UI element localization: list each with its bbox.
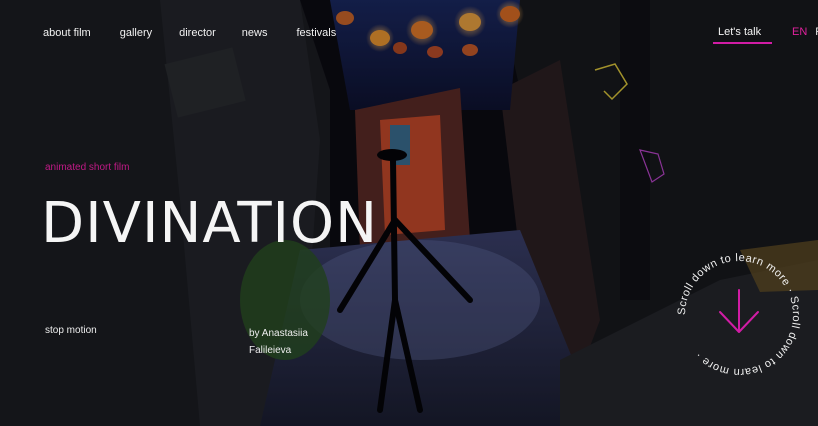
- lang-en[interactable]: EN: [792, 26, 807, 38]
- hero-kicker: animated short film: [45, 162, 130, 173]
- language-switcher: ENR: [792, 26, 818, 38]
- lets-talk-underline: [713, 42, 772, 44]
- author-label: by Anastasiia Falileieva: [249, 328, 308, 356]
- nav-director[interactable]: director: [179, 27, 216, 39]
- lets-talk-button[interactable]: Let's talk: [718, 26, 761, 38]
- nav-news[interactable]: news: [242, 27, 268, 39]
- arrow-down-icon: [719, 289, 759, 333]
- technique-label: stop motion: [45, 325, 97, 336]
- main-nav: about film gallery director news festiva…: [43, 26, 336, 40]
- nav-gallery[interactable]: gallery: [120, 27, 152, 39]
- scroll-down-button[interactable]: Scroll down to learn more · Scroll down …: [672, 248, 806, 382]
- page-title: DIVINATION: [41, 191, 379, 256]
- nav-festivals[interactable]: festivals: [296, 27, 336, 39]
- nav-about-film[interactable]: about film: [43, 27, 91, 39]
